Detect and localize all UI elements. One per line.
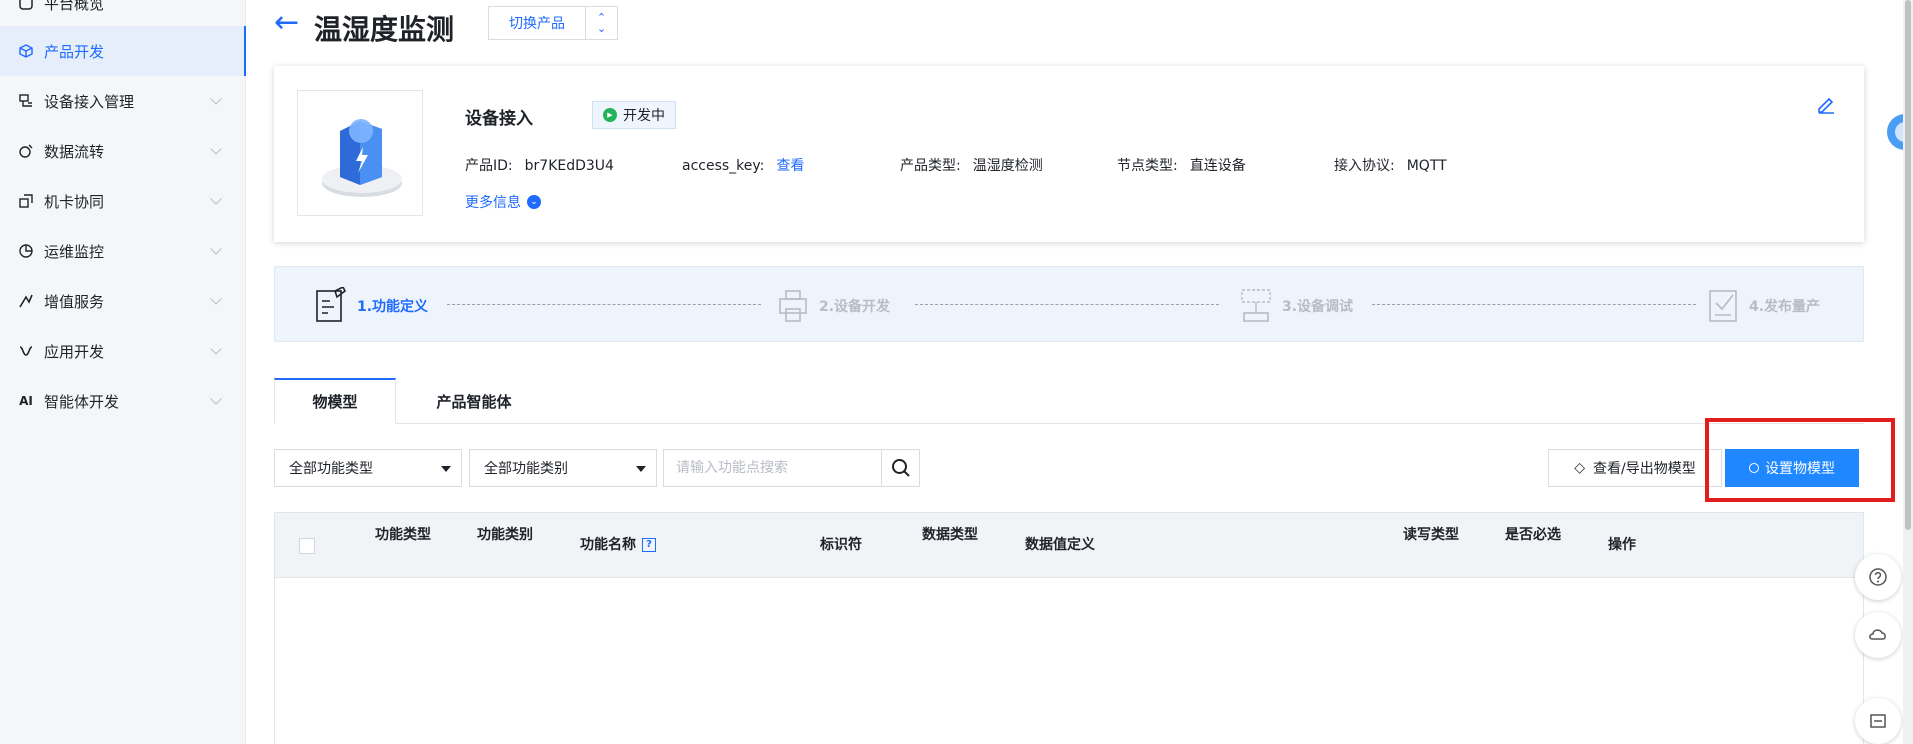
product-id-field: 产品ID: br7KEdD3U4 [465,158,614,174]
function-category-select[interactable]: 全部功能类别 [469,449,657,487]
step-connector [1372,304,1696,305]
help-icon[interactable]: ? [642,538,656,552]
caret-down-icon [636,466,646,472]
tab-thing-model[interactable]: 物模型 [274,378,396,424]
search-icon[interactable] [881,450,919,486]
chevron-down-icon [210,93,222,105]
sidebar-item-label: 智能体开发 [44,392,120,411]
product-image [297,90,423,216]
column-header: 操作 [1608,537,1636,553]
diamond-icon: ◇ [1574,460,1586,476]
select-all-checkbox[interactable] [299,538,315,554]
product-info-card: 设备接入 ▶ 开发中 产品ID: br7KEdD3U4 access_key: 查看… [274,66,1864,242]
sidebar-item-label: 产品开发 [44,42,105,61]
sidebar-item-ops-monitor[interactable]: 运维监控 [0,226,246,276]
document-edit-icon [316,287,347,322]
search-box [663,449,920,487]
monitor-icon [18,243,34,259]
node-type-field: 节点类型: 直连设备 [1117,158,1246,174]
sidebar-item-data-flow[interactable]: 数据流转 [0,126,246,176]
app-icon [18,343,34,359]
service-icon [18,293,34,309]
sidebar-item-label: 运维监控 [44,242,105,261]
column-header: 功能类型 [375,527,431,543]
section-title: 设备接入 [465,109,533,129]
sidebar-item-label: 应用开发 [44,342,105,361]
column-header: 数据类型 [922,527,978,543]
play-icon: ▶ [603,108,617,122]
sidebar-item-app-dev[interactable]: 应用开发 [0,326,246,376]
sidebar-item-overview[interactable]: 平台概览 [0,0,246,28]
chevron-down-icon [210,243,222,255]
clipboard-check-icon [1709,290,1737,322]
view-access-key-link[interactable]: 查看 [776,158,804,174]
product-type-field: 产品类型: 温湿度检测 [900,158,1043,174]
sidebar-item-value-service[interactable]: 增值服务 [0,276,246,326]
sidebar-item-label: 平台概览 [44,0,105,13]
ai-icon: AI [19,394,33,408]
chevron-down-icon [210,193,222,205]
scrollbar[interactable] [1903,0,1913,744]
sidebar-item-label: 增值服务 [44,292,105,311]
column-header: 标识符 [820,537,862,553]
column-header: 是否必选 [1505,527,1561,543]
sidebar-item-label: 设备接入管理 [44,92,135,111]
view-export-model-button[interactable]: ◇ 查看/导出物模型 [1548,449,1722,487]
sidebar-item-card-collab[interactable]: 机卡协同 [0,176,246,226]
device-icon [18,93,34,109]
cube-icon [18,43,34,59]
protocol-field: 接入协议: MQTT [1334,158,1447,174]
highlight-box [1705,418,1895,502]
more-info-link[interactable]: 更多信息 ⌄ [465,192,541,212]
up-down-icon: ⌃ ⌄ [585,7,617,39]
edit-icon[interactable] [1816,94,1836,119]
step-connector [915,304,1219,305]
scrollbar-thumb[interactable] [1905,0,1911,530]
column-header: 读写类型 [1403,527,1459,543]
function-type-select[interactable]: 全部功能类型 [274,449,462,487]
chevron-down-icon [210,143,222,155]
debug-icon [1241,289,1271,322]
step-function-define[interactable]: 1.功能定义 [315,287,428,325]
sidebar-item-agent-dev[interactable]: AI 智能体开发 [0,376,246,426]
status-badge: ▶ 开发中 [592,101,676,129]
printer-icon [779,290,807,322]
help-icon[interactable] [1855,554,1901,600]
search-input[interactable] [664,450,881,486]
tab-product-agent[interactable]: 产品智能体 [396,378,552,424]
back-arrow-icon[interactable]: ← [274,8,299,38]
column-header: 数据值定义 [1025,537,1095,553]
access-key-field: access_key: 查看 [682,158,805,174]
sidebar-item-label: 数据流转 [44,142,105,161]
step-device-debug[interactable]: 3.设备调试 [1240,287,1353,325]
chevron-down-icon [210,293,222,305]
progress-steps: 1.功能定义 2.设备开发 3.设备调试 4.发布量产 [274,266,1864,342]
step-device-dev[interactable]: 2.设备开发 [777,287,890,325]
caret-down-icon [441,466,451,472]
feedback-icon[interactable] [1855,698,1901,744]
table-header: 功能类型 功能类别 功能名称? 标识符 数据类型 数据值定义 读写类型 是否必选… [274,512,1864,578]
chevron-down-icon [210,393,222,405]
switch-product-button[interactable]: 切换产品 ⌃ ⌄ [488,6,618,40]
chevron-down-icon [210,343,222,355]
sidebar-item-product-dev[interactable]: 产品开发 [0,26,246,76]
cloud-service-icon[interactable] [1855,612,1901,658]
overview-icon [18,0,34,11]
card-icon [18,193,34,209]
step-release[interactable]: 4.发布量产 [1707,287,1820,325]
table-body [274,578,1864,744]
main-content: ← 温湿度监测 切换产品 ⌃ ⌄ 设备接入 ▶ 开发中 产品ID: br7KEdD3… [246,0,1913,744]
page-title: 温湿度监测 [314,13,455,46]
tab-bar: 物模型 产品智能体 [274,378,1864,424]
sidebar-item-label: 机卡协同 [44,192,105,211]
sidebar-item-device-access[interactable]: 设备接入管理 [0,76,246,126]
column-header: 功能名称? [580,535,656,555]
step-connector [447,304,761,305]
chevron-down-icon: ⌄ [527,195,541,209]
flow-icon [18,143,34,159]
sidebar: 平台概览 产品开发 设备接入管理 数据流转 机卡协同 运维监控 增值服务 应用开… [0,0,246,744]
column-header: 功能类别 [477,527,533,543]
